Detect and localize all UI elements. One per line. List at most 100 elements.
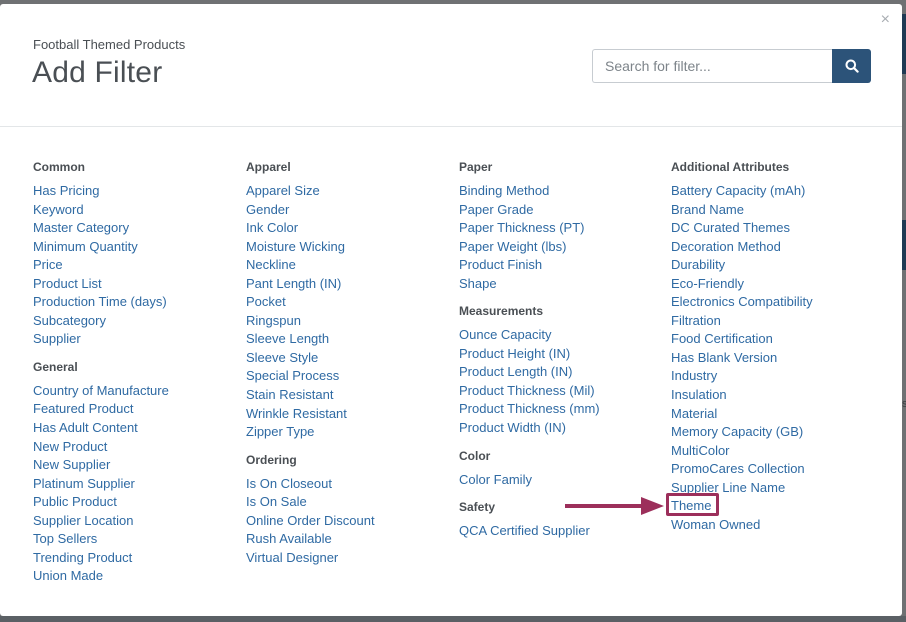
filter-link[interactable]: Sleeve Style: [246, 349, 456, 368]
filter-link[interactable]: Woman Owned: [671, 516, 881, 535]
filter-link[interactable]: Filtration: [671, 312, 881, 331]
filter-link[interactable]: Subcategory: [33, 312, 243, 331]
filter-link[interactable]: Binding Method: [459, 182, 669, 201]
filter-link[interactable]: Color Family: [459, 471, 669, 490]
filter-link[interactable]: Product Thickness (mm): [459, 400, 669, 419]
filter-group: Measurements Ounce Capacity Product Height…: [459, 303, 669, 437]
filter-link[interactable]: New Product: [33, 438, 243, 457]
filter-link[interactable]: Supplier Location: [33, 512, 243, 531]
filter-list: Country of Manufacture Featured Product Ha…: [33, 382, 243, 586]
filter-group-title: Apparel: [246, 160, 291, 174]
filter-link[interactable]: Paper Grade: [459, 201, 669, 220]
filter-link[interactable]: Stain Resistant: [246, 386, 456, 405]
filter-group: General Country of Manufacture Featured Pr…: [33, 359, 243, 586]
filter-link[interactable]: PromoCares Collection: [671, 460, 881, 479]
filter-link[interactable]: Union Made: [33, 567, 243, 586]
filter-link[interactable]: Rush Available: [246, 530, 456, 549]
filter-link[interactable]: Price: [33, 256, 243, 275]
filter-list: Is On Closeout Is On Sale Online Order Dis…: [246, 475, 456, 568]
filter-link[interactable]: Sleeve Length: [246, 330, 456, 349]
filter-link[interactable]: Production Time (days): [33, 293, 243, 312]
filter-link[interactable]: Insulation: [671, 386, 881, 405]
filter-link[interactable]: Minimum Quantity: [33, 238, 243, 257]
filter-group-title: Measurements: [459, 304, 544, 319]
filter-link[interactable]: Product Finish: [459, 256, 669, 275]
filter-link[interactable]: New Supplier: [33, 456, 243, 475]
filter-link[interactable]: Electronics Compatibility: [671, 293, 881, 312]
filter-link[interactable]: Moisture Wicking: [246, 238, 456, 257]
filter-group-title: Common: [33, 160, 85, 174]
search-button[interactable]: [832, 49, 871, 83]
filter-group-title: Additional Attributes: [671, 160, 790, 174]
filter-link[interactable]: MultiColor: [671, 442, 881, 461]
filter-group-title: General: [33, 359, 78, 374]
filter-link[interactable]: Gender: [246, 201, 456, 220]
filter-link[interactable]: Product List: [33, 275, 243, 294]
filter-link[interactable]: Product Width (IN): [459, 419, 669, 438]
filter-link[interactable]: Neckline: [246, 256, 456, 275]
filter-list: Binding Method Paper Grade Paper Thickness…: [459, 182, 669, 293]
filter-list: Apparel Size Gender Ink Color Moisture Wick…: [246, 182, 456, 442]
filter-link[interactable]: Product Thickness (Mil): [459, 382, 669, 401]
filter-link[interactable]: Public Product: [33, 493, 243, 512]
filter-link[interactable]: Food Certification: [671, 330, 881, 349]
filter-link[interactable]: Platinum Supplier: [33, 475, 243, 494]
filter-link[interactable]: Master Category: [33, 219, 243, 238]
filter-link[interactable]: Online Order Discount: [246, 512, 456, 531]
search-input[interactable]: [592, 49, 832, 83]
modal-header: Football Themed Products Add Filter ×: [0, 4, 902, 127]
filter-link[interactable]: QCA Certified Supplier: [459, 522, 669, 541]
background-page-edge: [0, 616, 906, 622]
filter-columns: Common Has Pricing Keyword Master Category M…: [0, 128, 902, 616]
filter-link[interactable]: Pocket: [246, 293, 456, 312]
filter-link[interactable]: Featured Product: [33, 400, 243, 419]
filter-list: Color Family: [459, 471, 669, 490]
filter-link[interactable]: Industry: [671, 367, 881, 386]
filter-link[interactable]: Paper Weight (lbs): [459, 238, 669, 257]
filter-link[interactable]: Paper Thickness (PT): [459, 219, 669, 238]
filter-link[interactable]: Wrinkle Resistant: [246, 405, 456, 424]
filter-link[interactable]: Ringspun: [246, 312, 456, 331]
filter-group: Common Has Pricing Keyword Master Category M…: [33, 159, 243, 349]
filter-link[interactable]: Durability: [671, 256, 881, 275]
add-filter-modal: Football Themed Products Add Filter × Co…: [0, 4, 902, 616]
filter-link[interactable]: Trending Product: [33, 549, 243, 568]
filter-link[interactable]: Is On Sale: [246, 493, 456, 512]
filter-list: Ounce Capacity Product Height (IN) Product…: [459, 326, 669, 437]
filter-group-title: Paper: [459, 160, 493, 174]
filter-link[interactable]: Keyword: [33, 201, 243, 220]
background-header-strip: [902, 14, 906, 74]
filter-link[interactable]: Memory Capacity (GB): [671, 423, 881, 442]
filter-link[interactable]: Is On Closeout: [246, 475, 456, 494]
filter-link[interactable]: Shape: [459, 275, 669, 294]
modal-subtitle: Football Themed Products: [33, 37, 186, 52]
filter-link[interactable]: Has Blank Version: [671, 349, 881, 368]
filter-link[interactable]: Has Adult Content: [33, 419, 243, 438]
filter-link[interactable]: Decoration Method: [671, 238, 881, 257]
close-icon[interactable]: ×: [881, 12, 890, 28]
filter-link[interactable]: Country of Manufacture: [33, 382, 243, 401]
filter-link[interactable]: Material: [671, 405, 881, 424]
filter-group: Apparel Apparel Size Gender Ink Color Moistu…: [246, 159, 456, 442]
filter-link[interactable]: Supplier: [33, 330, 243, 349]
filter-link[interactable]: Brand Name: [671, 201, 881, 220]
filter-group: Additional Attributes Battery Capacity (m…: [671, 159, 881, 534]
filter-link[interactable]: Zipper Type: [246, 423, 456, 442]
filter-link[interactable]: Pant Length (IN): [246, 275, 456, 294]
filter-link[interactable]: Product Height (IN): [459, 345, 669, 364]
filter-link[interactable]: Theme: [671, 497, 881, 516]
filter-link[interactable]: Supplier Line Name: [671, 479, 881, 498]
filter-link[interactable]: Product Length (IN): [459, 363, 669, 382]
filter-link[interactable]: Virtual Designer: [246, 549, 456, 568]
filter-link[interactable]: Eco-Friendly: [671, 275, 881, 294]
filter-link[interactable]: Ounce Capacity: [459, 326, 669, 345]
filter-link[interactable]: DC Curated Themes: [671, 219, 881, 238]
filter-link[interactable]: Has Pricing: [33, 182, 243, 201]
background-side-strip: [902, 220, 906, 270]
filter-link[interactable]: Battery Capacity (mAh): [671, 182, 881, 201]
filter-group-title: Color: [459, 448, 491, 463]
filter-link[interactable]: Special Process: [246, 367, 456, 386]
filter-link[interactable]: Ink Color: [246, 219, 456, 238]
filter-link[interactable]: Top Sellers: [33, 530, 243, 549]
filter-link[interactable]: Apparel Size: [246, 182, 456, 201]
